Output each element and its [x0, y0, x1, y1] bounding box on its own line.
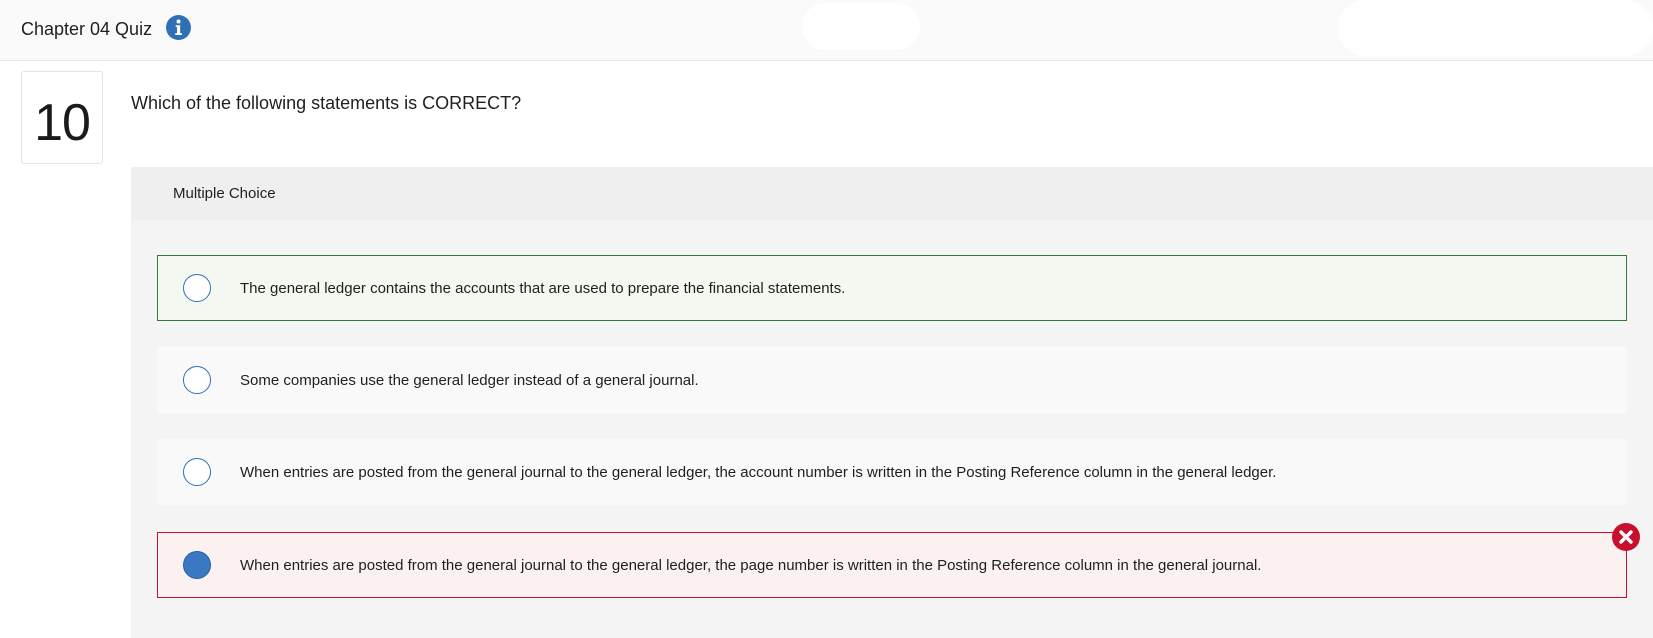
answer-option-text: Some companies use the general ledger in… — [240, 372, 699, 389]
answer-option-text: When entries are posted from the general… — [240, 557, 1262, 574]
radio-button[interactable] — [183, 366, 211, 394]
radio-button-selected[interactable] — [183, 551, 211, 579]
answer-type-header: Multiple Choice — [131, 167, 1653, 220]
radio-button[interactable] — [183, 458, 211, 486]
question-prompt: Which of the following statements is COR… — [131, 93, 522, 113]
close-circle-icon — [1612, 523, 1640, 551]
radio-button[interactable] — [183, 274, 211, 302]
answer-option[interactable]: Some companies use the general ledger in… — [157, 347, 1627, 413]
info-icon[interactable] — [166, 15, 191, 40]
answer-type-label: Multiple Choice — [173, 185, 276, 202]
quiz-header: Chapter 04 Quiz — [0, 0, 1653, 61]
redacted-area — [1338, 0, 1653, 56]
answer-option[interactable]: The general ledger contains the accounts… — [157, 255, 1627, 321]
quiz-title: Chapter 04 Quiz — [21, 19, 153, 39]
answer-option-text: The general ledger contains the accounts… — [240, 280, 846, 297]
redacted-area — [802, 3, 920, 50]
answer-option[interactable]: When entries are posted from the general… — [157, 532, 1627, 598]
answer-option-text: When entries are posted from the general… — [240, 464, 1277, 481]
question-number-box: 10 — [21, 71, 103, 164]
answer-option[interactable]: When entries are posted from the general… — [157, 439, 1627, 505]
question-number: 10 — [34, 94, 91, 152]
